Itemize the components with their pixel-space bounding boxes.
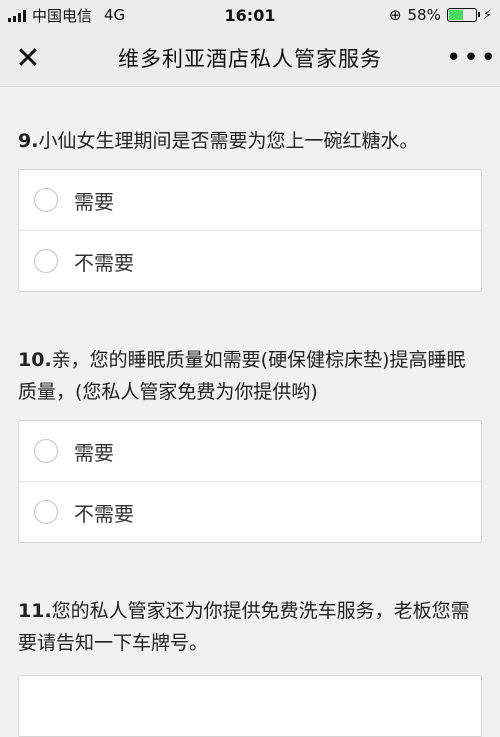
more-icon[interactable]: ••• bbox=[444, 30, 500, 86]
battery-percent: 58% bbox=[407, 6, 441, 24]
question-11: 11.您的私人管家还为你提供免费洗车服务，老板您需要请告知一下车牌号。 bbox=[18, 595, 482, 659]
radio-icon[interactable] bbox=[34, 439, 58, 463]
option-label: 不需要 bbox=[74, 250, 134, 275]
question-text: 亲，您的睡眠质量如需要(硬保健棕床垫)提高睡眠质量，(您私人管家免费为你提供哟) bbox=[18, 349, 466, 403]
charging-icon: ⚡ bbox=[482, 7, 492, 23]
status-bar: 中国电信 4G 16:01 ⊕ 58% ⚡ bbox=[0, 0, 500, 30]
close-icon[interactable]: ✕ bbox=[0, 30, 56, 86]
status-right: ⊕ 58% ⚡ bbox=[389, 6, 492, 24]
options-q10: 需要 不需要 bbox=[18, 420, 482, 543]
radio-icon[interactable] bbox=[34, 500, 58, 524]
battery-icon bbox=[446, 8, 480, 22]
status-left: 中国电信 4G bbox=[8, 5, 125, 26]
survey-content: 9.小仙女生理期间是否需要为您上一碗红糖水。 需要 不需要 10.亲，您的睡眠质… bbox=[0, 125, 500, 737]
question-text: 您的私人管家还为你提供免费洗车服务，老板您需要请告知一下车牌号。 bbox=[18, 600, 470, 654]
question-number: 11. bbox=[18, 600, 52, 622]
page-title: 维多利亚酒店私人管家服务 bbox=[118, 47, 382, 71]
options-q9: 需要 不需要 bbox=[18, 169, 482, 292]
nav-bar: ✕ 维多利亚酒店私人管家服务 ••• bbox=[0, 30, 500, 87]
signal-icon bbox=[8, 9, 26, 22]
option-label: 不需要 bbox=[74, 501, 134, 526]
radio-icon[interactable] bbox=[34, 249, 58, 273]
radio-icon[interactable] bbox=[34, 188, 58, 212]
network-label: 4G bbox=[104, 6, 126, 24]
question-text: 小仙女生理期间是否需要为您上一碗红糖水。 bbox=[38, 130, 419, 152]
option-need[interactable]: 需要 bbox=[19, 421, 481, 481]
option-no-need[interactable]: 不需要 bbox=[19, 230, 481, 291]
question-number: 9. bbox=[18, 130, 39, 152]
question-9: 9.小仙女生理期间是否需要为您上一碗红糖水。 bbox=[18, 125, 482, 157]
rotation-lock-icon: ⊕ bbox=[388, 6, 402, 24]
option-need[interactable]: 需要 bbox=[19, 170, 481, 230]
option-no-need[interactable]: 不需要 bbox=[19, 481, 481, 542]
carrier-label: 中国电信 bbox=[32, 6, 93, 25]
plate-number-input[interactable] bbox=[18, 675, 482, 737]
question-number: 10. bbox=[18, 349, 52, 371]
option-label: 需要 bbox=[74, 189, 114, 214]
question-10: 10.亲，您的睡眠质量如需要(硬保健棕床垫)提高睡眠质量，(您私人管家免费为你提… bbox=[18, 344, 482, 408]
option-label: 需要 bbox=[74, 440, 114, 465]
